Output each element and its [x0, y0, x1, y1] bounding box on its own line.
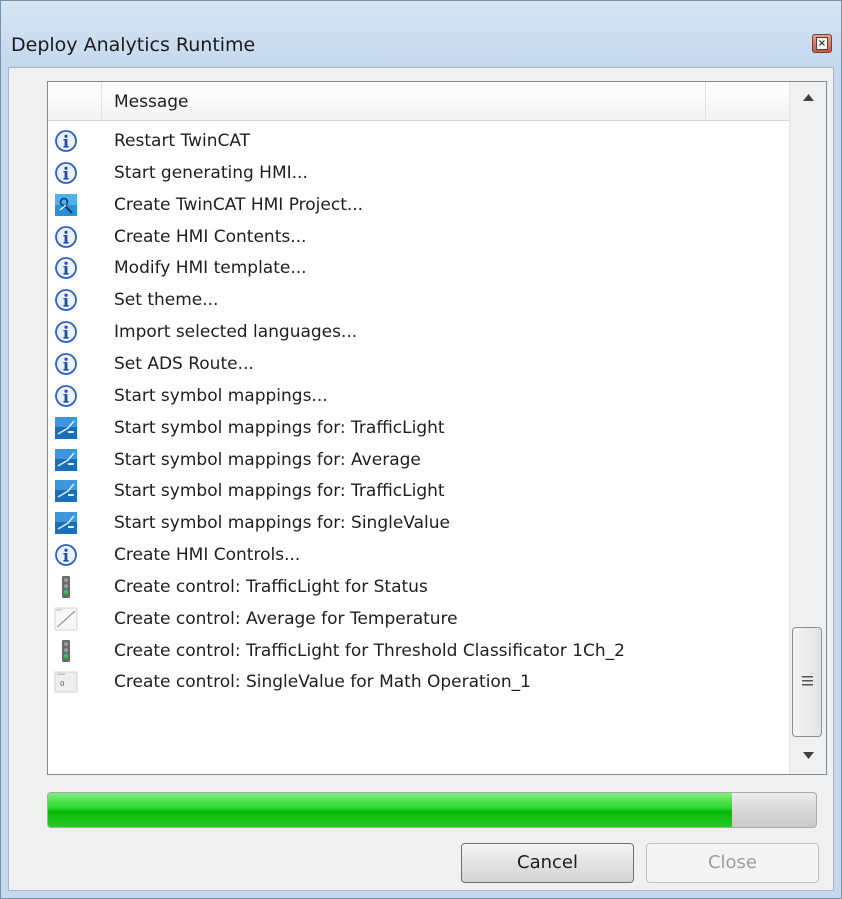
message-text: Create control: TrafficLight for Status	[114, 576, 428, 597]
list-item[interactable]: Start symbol mappings for: TrafficLight	[48, 476, 789, 507]
progress-fill	[48, 793, 732, 827]
info-icon	[54, 225, 78, 249]
window-title: Deploy Analytics Runtime	[11, 34, 256, 56]
icon-column-header[interactable]	[48, 82, 102, 120]
info-icon	[54, 161, 78, 185]
traffic-light-icon	[54, 575, 78, 599]
list-item[interactable]: Create HMI Controls...	[48, 540, 789, 571]
list-item[interactable]: Create control: TrafficLight for Thresho…	[48, 636, 789, 667]
close-icon: ×	[816, 37, 828, 50]
grip-icon	[802, 676, 813, 686]
info-icon	[54, 256, 78, 280]
arrow-down-icon	[803, 752, 814, 759]
deploy-progress-bar	[47, 792, 817, 828]
scrollbar-thumb[interactable]	[792, 627, 822, 737]
list-item[interactable]: Create HMI Contents...	[48, 222, 789, 253]
line-chart-icon	[54, 607, 78, 631]
message-text: Start symbol mappings for: SingleValue	[114, 513, 450, 534]
list-item[interactable]: Modify HMI template...	[48, 253, 789, 284]
svg-text:0: 0	[60, 680, 64, 688]
message-text: Create TwinCAT HMI Project...	[114, 194, 364, 215]
message-text: Create control: TrafficLight for Thresho…	[114, 640, 625, 661]
info-icon	[54, 129, 78, 153]
info-icon	[54, 352, 78, 376]
hmi-project-icon	[54, 193, 78, 217]
cancel-button[interactable]: Cancel	[461, 843, 634, 883]
message-text: Create control: Average for Temperature	[114, 608, 458, 629]
list-item[interactable]: Create control: TrafficLight for Status	[48, 572, 789, 603]
list-item[interactable]: Import selected languages...	[48, 317, 789, 348]
message-list[interactable]: Message Restart TwinCAT Start generating …	[47, 81, 827, 775]
message-text: Modify HMI template...	[114, 258, 307, 279]
list-item[interactable]: Set ADS Route...	[48, 349, 789, 380]
list-item[interactable]: Set theme...	[48, 285, 789, 316]
scroll-down-button[interactable]	[790, 740, 826, 774]
message-column-label: Message	[114, 92, 189, 112]
list-item[interactable]: Start generating HMI...	[48, 158, 789, 189]
message-text: Start symbol mappings for: TrafficLight	[114, 481, 445, 502]
symbol-mapping-icon	[54, 479, 78, 503]
vertical-scrollbar[interactable]	[789, 82, 826, 774]
message-text: Start symbol mappings for: Average	[114, 449, 421, 470]
message-text: Set theme...	[114, 290, 219, 311]
arrow-up-icon	[803, 94, 814, 101]
message-text: Create HMI Contents...	[114, 226, 307, 247]
list-item[interactable]: Start symbol mappings for: Average	[48, 445, 789, 476]
symbol-mapping-icon	[54, 448, 78, 472]
dialog-body: Message Restart TwinCAT Start generating …	[8, 67, 834, 891]
message-text: Restart TwinCAT	[114, 131, 251, 151]
symbol-mapping-icon	[54, 511, 78, 535]
title-bar: Deploy Analytics Runtime ×	[1, 1, 841, 67]
list-item[interactable]: Create control: Average for Temperature	[48, 604, 789, 635]
window-close-button[interactable]: ×	[812, 34, 832, 53]
single-value-icon: 0	[54, 670, 78, 694]
message-column-header[interactable]	[102, 82, 706, 120]
info-icon	[54, 320, 78, 344]
symbol-mapping-icon	[54, 416, 78, 440]
info-icon	[54, 384, 78, 408]
close-button[interactable]: Close	[646, 843, 819, 883]
list-header: Message	[48, 82, 789, 121]
message-text: Start symbol mappings for: TrafficLight	[114, 417, 445, 438]
traffic-light-icon	[54, 639, 78, 663]
message-text: Start symbol mappings...	[114, 385, 328, 406]
message-text: Set ADS Route...	[114, 353, 254, 374]
list-item[interactable]: Restart TwinCAT	[48, 126, 789, 157]
message-text: Import selected languages...	[114, 322, 358, 343]
message-text: Start generating HMI...	[114, 162, 308, 183]
info-icon	[54, 543, 78, 567]
dialog-window: Deploy Analytics Runtime × Message Resta…	[0, 0, 842, 899]
list-item[interactable]: Start symbol mappings for: SingleValue	[48, 508, 789, 539]
scroll-up-button[interactable]	[790, 82, 826, 116]
list-item[interactable]: Create TwinCAT HMI Project...	[48, 190, 789, 221]
info-icon	[54, 288, 78, 312]
message-text: Create HMI Controls...	[114, 545, 301, 566]
message-text: Create control: SingleValue for Math Ope…	[114, 672, 531, 693]
list-item[interactable]: 0 Create control: SingleValue for Math Op…	[48, 667, 789, 698]
list-item[interactable]: Start symbol mappings...	[48, 381, 789, 412]
list-item[interactable]: Start symbol mappings for: TrafficLight	[48, 413, 789, 444]
